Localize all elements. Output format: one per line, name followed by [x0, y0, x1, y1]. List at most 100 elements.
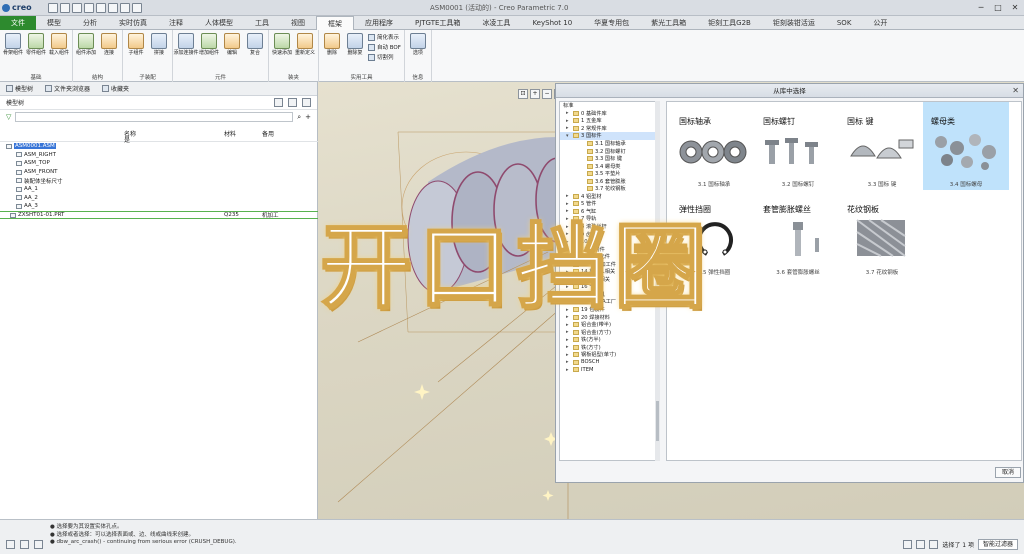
column-note[interactable]: 备用 [262, 129, 274, 138]
tab-18[interactable]: 公开 [862, 16, 898, 30]
table-row[interactable]: ASM_RIGHT [0, 151, 318, 160]
list-item[interactable]: ▸ ITEM [560, 366, 658, 374]
table-row[interactable]: AA_1 [0, 185, 318, 194]
smart-filter-select[interactable]: 智能过滤器 [977, 539, 1018, 550]
ribbon-button[interactable]: 组件添加 [76, 33, 96, 56]
search-icon[interactable]: ⌕ [297, 113, 301, 122]
tab-4[interactable]: 注释 [158, 16, 194, 30]
tab-17[interactable]: SOK [826, 16, 863, 30]
fullscreen-icon[interactable] [34, 540, 43, 549]
tab-2[interactable]: 分析 [72, 16, 108, 30]
tab-9[interactable]: 应用程序 [354, 16, 404, 30]
tab-7[interactable]: 视图 [280, 16, 316, 30]
list-item[interactable]: 3.4 螺母类 [560, 162, 658, 170]
ribbon-group-name[interactable]: 元件 [176, 73, 265, 81]
ribbon-button[interactable]: 连接 [99, 33, 119, 56]
list-item[interactable]: 3.2 国标螺钉 [560, 147, 658, 155]
expand-icon[interactable]: ▸ [566, 322, 571, 328]
graphics-toolbar-icon[interactable] [20, 540, 29, 549]
save-icon[interactable] [72, 2, 82, 13]
ribbon-button[interactable]: 零件组件 [26, 33, 46, 56]
expand-icon[interactable]: ▸ [566, 118, 571, 124]
list-item[interactable]: ▸ 2 常规件库 [560, 125, 658, 133]
list-item[interactable]: 3.7 花纹钢板 [560, 185, 658, 193]
ribbon-button[interactable]: 载入组件 [49, 33, 69, 56]
tab-5[interactable]: 人体模型 [194, 16, 244, 30]
list-item[interactable]: 3.6 套管膨胀 [560, 177, 658, 185]
expand-icon[interactable]: ▸ [566, 352, 571, 358]
ribbon-group-name[interactable]: 子装配 [126, 73, 169, 81]
list-item[interactable]: 3.3 国标 键 [560, 155, 658, 163]
ribbon-button[interactable]: 子组件 [126, 33, 146, 56]
dialog-close-icon[interactable]: ✕ [1012, 84, 1019, 98]
open-icon[interactable] [60, 2, 70, 13]
table-row[interactable]: ASM0001.ASM [0, 142, 318, 151]
ribbon-group-name[interactable]: 实用工具 [322, 73, 401, 81]
tab-14[interactable]: 紫光工具箱 [640, 16, 697, 30]
expand-icon[interactable]: ▸ [566, 329, 571, 335]
close-button[interactable]: ✕ [1008, 2, 1022, 13]
library-item[interactable]: 国标 键 3.3 国标 键 [839, 102, 925, 190]
nav-tab-favorites[interactable]: 收藏夹 [102, 84, 129, 93]
ribbon-group-name[interactable]: 信息 [408, 73, 428, 81]
close-window-icon[interactable] [132, 2, 142, 13]
tree-show-icon[interactable] [288, 98, 297, 107]
scrollbar-thumb[interactable] [656, 401, 659, 441]
list-item[interactable]: ▸ 5 管件 [560, 200, 658, 208]
tab-3[interactable]: 实时仿真 [108, 16, 158, 30]
expand-icon[interactable]: ▾ [566, 133, 571, 139]
expand-icon[interactable]: ▸ [566, 359, 571, 365]
tab-15[interactable]: 钜刻工具G2B [697, 16, 762, 30]
ribbon-group-name[interactable]: 结构 [76, 73, 119, 81]
ribbon-button[interactable]: 复合 [245, 33, 265, 56]
find-icon[interactable] [929, 540, 939, 549]
list-item[interactable]: ▸ 钢板铝型(单寸) [560, 351, 658, 359]
library-item[interactable]: 螺母类 3.4 国标螺母 [923, 102, 1009, 190]
regenerate-icon[interactable] [108, 2, 118, 13]
list-item[interactable]: 3.5 平垫片 [560, 170, 658, 178]
list-item[interactable]: ▸ 4 铝型材 [560, 193, 658, 201]
tab-16[interactable]: 钜刻装钳活运 [762, 16, 826, 30]
ribbon-group-name[interactable]: 基础 [3, 73, 69, 81]
minimize-button[interactable]: ─ [974, 2, 988, 13]
tree-search-input[interactable] [15, 112, 294, 122]
cancel-button[interactable]: 取消 [994, 466, 1021, 478]
flag-icon[interactable] [903, 540, 913, 549]
list-item[interactable]: 3.1 国标轴承 [560, 140, 658, 148]
expand-icon[interactable]: ▸ [566, 337, 571, 343]
ribbon-small-button[interactable]: 自动 BOF [368, 43, 401, 51]
ribbon-group-name[interactable]: 装夹 [272, 73, 315, 81]
expand-icon[interactable]: ▸ [566, 344, 571, 350]
add-icon[interactable]: + [305, 113, 311, 121]
ribbon-button[interactable]: 添加连接件 [174, 33, 199, 56]
list-item[interactable]: ▾ 3 国标件 [560, 132, 658, 140]
undo-icon[interactable] [84, 2, 94, 13]
library-item[interactable]: 国标螺钉 3.2 国标螺钉 [755, 102, 841, 190]
ribbon-button[interactable]: 重新定义 [295, 33, 315, 56]
list-item[interactable]: ▸ 铝合金(方寸) [560, 328, 658, 336]
library-item[interactable]: 套管膨胀螺丝 3.6 套管膨胀螺丝 [755, 190, 841, 278]
new-icon[interactable] [48, 2, 58, 13]
ribbon-button[interactable]: 增加组件 [199, 33, 219, 56]
expand-icon[interactable]: ▸ [566, 201, 571, 207]
tree-more-icon[interactable] [302, 98, 311, 107]
ribbon-small-button[interactable]: 简化表示 [368, 33, 401, 41]
list-item[interactable]: ▸ 1 五金库 [560, 117, 658, 125]
tab-11[interactable]: 冰凌工具 [471, 16, 521, 30]
tab-6[interactable]: 工具 [244, 16, 280, 30]
table-row[interactable]: AA_3 [0, 202, 318, 211]
nav-tab-folder-browser[interactable]: 文件夹浏览器 [45, 84, 90, 93]
ribbon-button[interactable]: 删除 [322, 33, 342, 61]
redo-icon[interactable] [96, 2, 106, 13]
table-row[interactable]: ZXSHT01-01.PRT Q235 机加工 [0, 210, 318, 220]
tab-13[interactable]: 华夏专用包 [583, 16, 640, 30]
maximize-button[interactable]: □ [991, 2, 1005, 13]
expand-icon[interactable]: ▸ [566, 367, 571, 373]
expand-icon[interactable]: ▸ [566, 125, 571, 131]
tree-settings-icon[interactable] [274, 98, 283, 107]
expand-icon[interactable]: ▸ [566, 193, 571, 199]
window-icon[interactable] [120, 2, 130, 13]
tab-0[interactable]: 文件 [0, 15, 36, 30]
library-item[interactable]: 花纹钢板 3.7 花纹钢板 [839, 190, 925, 278]
list-item[interactable]: ▸ BOSCH [560, 359, 658, 367]
